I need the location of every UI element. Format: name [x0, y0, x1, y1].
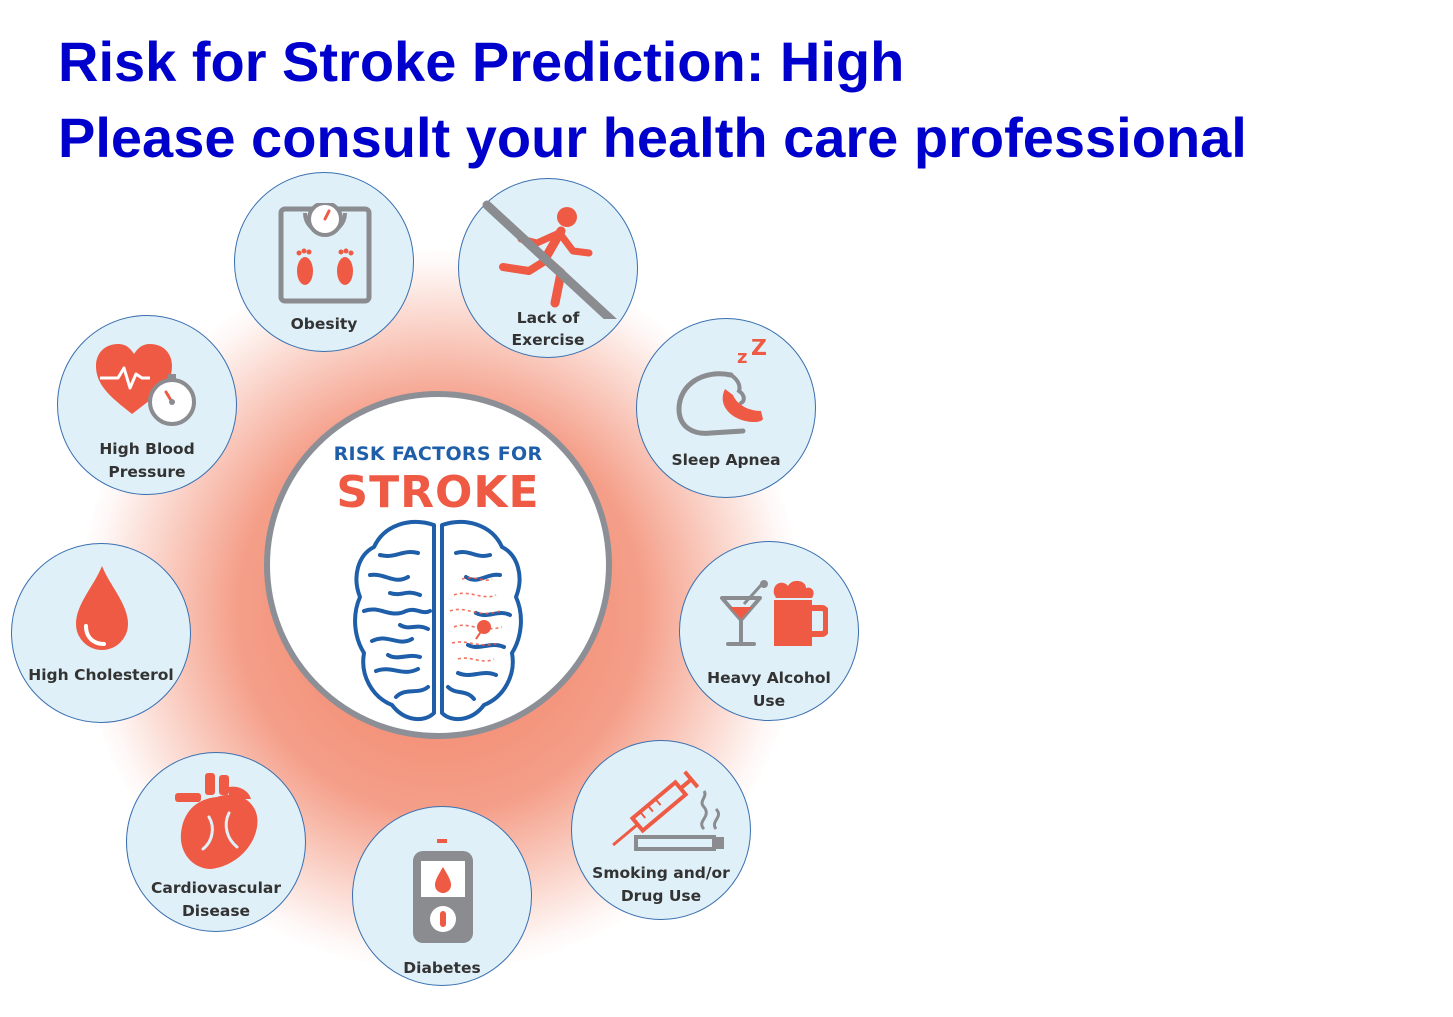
svg-text:z: z [737, 347, 747, 368]
factor-heavy-alcohol: Heavy Alcohol Use [679, 541, 859, 721]
center-subtitle: STROKE [336, 467, 540, 518]
no-running-icon [482, 200, 617, 319]
drinks-icon [720, 580, 828, 646]
factor-label-line2: Drug Use [620, 887, 702, 905]
factor-label: High Cholesterol [28, 666, 174, 684]
factor-sleep-apnea: z Z Sleep Apnea [636, 318, 816, 498]
factor-label-line1: High Blood [99, 440, 195, 458]
factor-obesity: Obesity [234, 172, 414, 352]
heart-gauge-icon [96, 344, 196, 426]
factor-label-line1: Heavy Alcohol [707, 669, 831, 687]
factor-label-line1: Cardiovascular [151, 879, 281, 897]
factor-cardiovascular: Cardiovascular Disease [126, 752, 306, 932]
factor-label-line2: Exercise [511, 331, 585, 349]
factor-high-blood-pressure: High Blood Pressure [57, 315, 237, 495]
center-circle: RISK FACTORS FOR STROKE [264, 391, 612, 739]
factor-label-line1: Smoking and/or [592, 864, 730, 882]
factor-label: Obesity [290, 315, 358, 333]
factor-smoking-drug-use: Smoking and/or Drug Use [571, 740, 751, 920]
factor-label-line2: Pressure [108, 463, 186, 481]
factor-label-line2: Disease [181, 902, 251, 920]
center-title: RISK FACTORS FOR [333, 443, 543, 465]
heart-icon [175, 773, 258, 869]
factor-lack-of-exercise: Lack of Exercise [458, 178, 638, 358]
glucose-meter-icon [413, 839, 473, 943]
headline-risk: Risk for Stroke Prediction: High [58, 30, 905, 93]
drop-icon [76, 566, 128, 650]
factor-label-line2: Use [752, 692, 786, 710]
factor-label-line1: Lack of [516, 309, 580, 327]
headline-advice: Please consult your health care professi… [58, 106, 1247, 169]
factor-label: Sleep Apnea [671, 451, 781, 469]
sleeping-head-icon: z Z [676, 339, 767, 436]
scale-icon [278, 203, 372, 304]
svg-text:Z: Z [751, 339, 767, 361]
brain-icon [353, 520, 523, 722]
factor-high-cholesterol: High Cholesterol [11, 543, 191, 723]
syringe-cigarette-icon [612, 770, 724, 851]
factor-diabetes: Diabetes [352, 806, 532, 986]
factor-label: Diabetes [403, 959, 481, 977]
